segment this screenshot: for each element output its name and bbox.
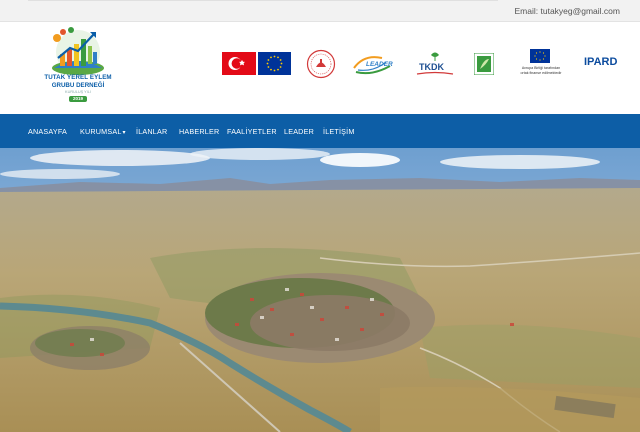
- leader-swoosh-icon: LEADER: [353, 56, 393, 75]
- ministry-seal-logo[interactable]: [306, 49, 336, 79]
- tkdk-logo-text: TKDK: [419, 62, 444, 72]
- nav-item-home[interactable]: ANASAYFA: [28, 127, 67, 136]
- tkdk-leaf-icon: TKDK: [416, 52, 454, 75]
- hero-aerial-image: [0, 148, 640, 432]
- logo-year-badge: 2019: [69, 96, 87, 102]
- logo-founded-label: KURULUŞ YILI: [65, 90, 91, 94]
- logo-title-line2: GRUBU DERNEĞİ: [51, 82, 105, 89]
- site-logo[interactable]: TUTAK YEREL EYLEM GRUBU DERNEĞİ KURULUŞ …: [30, 24, 126, 112]
- nav-item-activities[interactable]: FAALİYETLER: [227, 127, 277, 136]
- nav-item-announcements[interactable]: İLANLAR: [136, 127, 167, 136]
- green-emblem-icon: [473, 52, 495, 76]
- nav-item-corporate-label: KURUMSAL: [80, 127, 122, 136]
- leader-logo[interactable]: LEADER: [352, 52, 394, 76]
- logo-title-line1: TUTAK YEREL EYLEM: [44, 74, 112, 81]
- eu-cofunding-line2: ortak finanse edilmektedir: [521, 71, 563, 75]
- turkey-flag-logo[interactable]: [222, 52, 256, 75]
- nav-item-leader[interactable]: LEADER: [284, 127, 314, 136]
- logo-emblem-icon: [52, 27, 104, 75]
- ipard-logo[interactable]: IPARD: [584, 56, 617, 68]
- tkdk-logo[interactable]: TKDK: [411, 51, 457, 77]
- nav-item-corporate[interactable]: KURUMSAL▾: [80, 127, 126, 136]
- nav-item-news[interactable]: HABERLER: [179, 127, 219, 136]
- crescent-star-icon: [228, 57, 245, 70]
- leader-eu-emblem-logo[interactable]: [473, 52, 495, 76]
- contact-email[interactable]: Email: tutakyeg@gmail.com: [515, 6, 620, 16]
- eu-flag-logo[interactable]: [258, 52, 291, 75]
- ministry-seal-icon: [306, 49, 336, 79]
- nav-item-contact[interactable]: İLETİŞİM: [323, 127, 355, 136]
- top-bar-divider: [28, 0, 498, 1]
- aerial-landscape-image: [0, 148, 640, 432]
- eu-cofunding-line1: Avrupa Birliği tarafından: [522, 66, 560, 70]
- eu-cofunding-logo[interactable]: Avrupa Birliği tarafından ortak finanse …: [510, 49, 572, 79]
- main-navigation: ANASAYFA KURUMSAL▾ İLANLAR HABERLER FAAL…: [0, 114, 640, 148]
- eu-stars-icon: [266, 55, 283, 72]
- top-bar: Email: tutakyeg@gmail.com: [0, 0, 640, 22]
- eu-cofunding-flag-icon: Avrupa Birliği tarafından ortak finanse …: [521, 49, 563, 75]
- chevron-down-icon: ▾: [122, 130, 126, 136]
- site-header: TUTAK YEREL EYLEM GRUBU DERNEĞİ KURULUŞ …: [0, 22, 640, 114]
- leader-logo-text: LEADER: [366, 61, 393, 68]
